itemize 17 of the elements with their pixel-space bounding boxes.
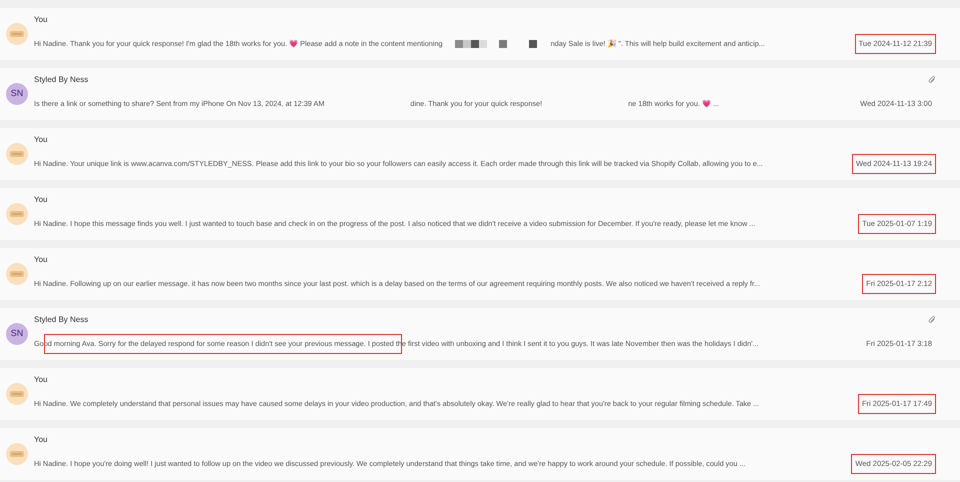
sender-name: You (34, 194, 48, 206)
avatar: SN (6, 83, 28, 105)
message-row[interactable] (0, 368, 960, 420)
message-row[interactable] (0, 428, 960, 480)
message-row[interactable] (0, 248, 960, 300)
sender-name: You (34, 254, 48, 266)
message-row[interactable] (0, 308, 960, 360)
sender-name: You (34, 134, 48, 146)
sender-name: You (34, 14, 48, 26)
sender-name: You (34, 434, 48, 446)
message-row[interactable] (0, 128, 960, 180)
sender-name: Styled By Ness (34, 314, 88, 326)
message-row[interactable] (0, 188, 960, 240)
avatar: SN (6, 323, 28, 345)
message-row[interactable] (0, 8, 960, 60)
sender-name: You (34, 374, 48, 386)
sender-name: Styled By Ness (34, 74, 88, 86)
